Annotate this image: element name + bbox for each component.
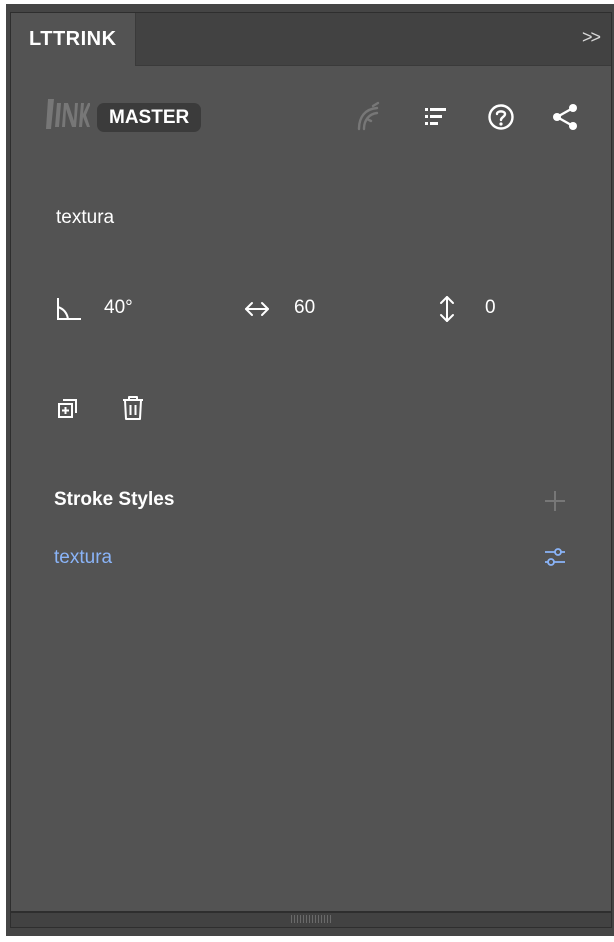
resize-bar[interactable] (11, 911, 611, 927)
tab-lttrink[interactable]: LTTRINK (11, 13, 136, 66)
horizontal-arrows-icon (245, 302, 269, 316)
angle-value[interactable]: 40° (104, 297, 133, 319)
stroke-style-item[interactable]: textura (54, 547, 112, 569)
stroke-styles-heading: Stroke Styles (54, 489, 175, 510)
pen-nib-icon[interactable] (353, 101, 385, 133)
width-value[interactable]: 60 (294, 297, 315, 319)
double-chevron-right-icon[interactable]: >> (582, 27, 601, 48)
angle-icon (57, 298, 81, 320)
style-name: textura (56, 207, 115, 228)
plus-icon[interactable] (543, 489, 567, 513)
tab-label: LTTRINK (29, 28, 117, 50)
toolbar: MASTER (11, 93, 611, 143)
height-value[interactable]: 0 (485, 297, 496, 319)
duplicate-icon[interactable] (56, 397, 80, 421)
lttrink-panel: LTTRINK >> MASTER textura 40° 60 0 Strok… (10, 12, 612, 928)
sliders-icon[interactable] (543, 545, 567, 569)
share-icon[interactable] (549, 101, 581, 133)
resize-grip-icon[interactable] (291, 915, 331, 923)
tab-bar: LTTRINK >> (11, 13, 611, 66)
help-circle-icon[interactable] (485, 101, 517, 133)
vertical-arrows-icon (440, 296, 454, 322)
master-badge[interactable]: MASTER (97, 103, 202, 132)
ink-logo (46, 99, 90, 129)
style-parameters: 40° 60 0 (11, 293, 611, 329)
trash-icon[interactable] (121, 395, 145, 421)
list-sort-icon[interactable] (419, 101, 451, 133)
style-actions (11, 395, 611, 425)
